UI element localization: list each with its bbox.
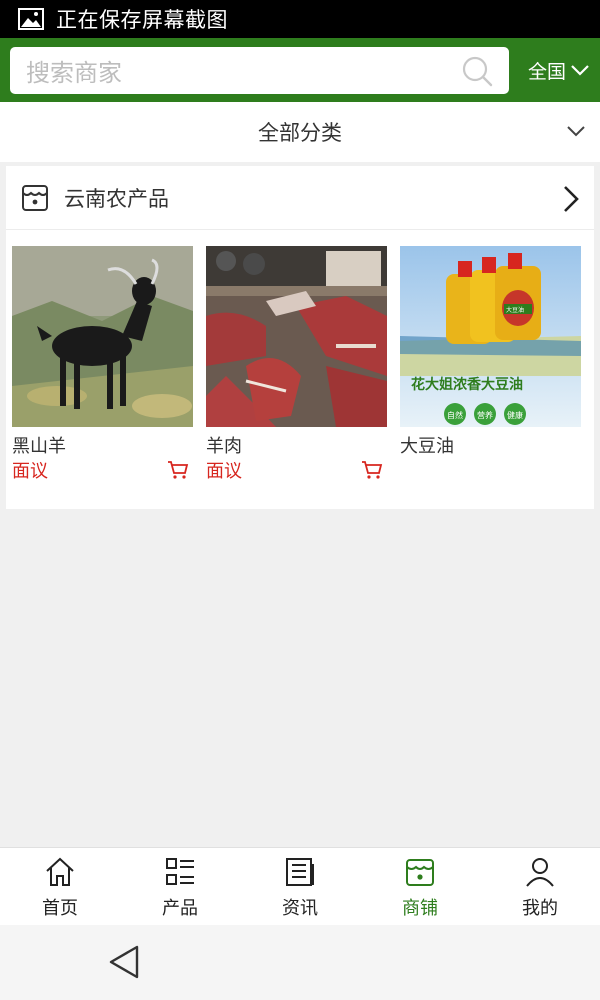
product-name: 羊肉	[206, 436, 242, 457]
search-input[interactable]: 搜索商家	[10, 47, 509, 94]
chevron-down-icon	[571, 65, 589, 76]
product-image[interactable]	[12, 246, 193, 427]
product-price: 面议	[12, 461, 48, 482]
shop-header[interactable]: 云南农产品	[6, 166, 594, 230]
product-item[interactable]: 羊肉 面议	[206, 246, 387, 485]
product-item[interactable]: 花大姐浓香大豆油 自然 营养 健康 大豆油 大豆油	[400, 246, 581, 485]
nav-label: 产品	[162, 898, 198, 919]
status-text: 正在保存屏幕截图	[56, 8, 228, 32]
shop-name: 云南农产品	[64, 186, 169, 211]
region-selector[interactable]: 全国	[518, 38, 600, 102]
user-icon	[526, 858, 554, 887]
product-item[interactable]: 黑山羊 面议	[12, 246, 193, 485]
search-placeholder: 搜索商家	[26, 59, 122, 87]
oil-badge: 营养	[477, 410, 493, 420]
product-list: 黑山羊 面议 羊肉 面议 花大姐浓香大豆油 自然 营养 健康 大豆油 大豆油	[6, 246, 594, 485]
nav-label: 首页	[42, 898, 78, 919]
category-label: 全部分类	[258, 121, 342, 145]
nav-item-home[interactable]: 首页	[0, 848, 120, 925]
store-icon	[406, 859, 434, 886]
nav-item-products[interactable]: 产品	[120, 848, 240, 925]
cart-icon[interactable]	[167, 460, 189, 480]
store-icon	[22, 184, 48, 211]
image-icon	[18, 8, 44, 30]
nav-item-stores[interactable]: 商铺	[360, 848, 480, 925]
oil-badge: 健康	[507, 410, 523, 420]
oil-badge: 自然	[447, 410, 463, 420]
region-label: 全国	[527, 60, 566, 83]
home-icon	[46, 857, 74, 886]
product-name: 大豆油	[400, 436, 454, 457]
oil-bottle-label: 大豆油	[506, 306, 524, 314]
nav-label: 商铺	[402, 898, 438, 919]
nav-item-mine[interactable]: 我的	[480, 848, 600, 925]
category-filter[interactable]: 全部分类	[0, 102, 600, 162]
product-image[interactable]: 花大姐浓香大豆油 自然 营养 健康 大豆油	[400, 246, 581, 427]
nav-label: 资讯	[282, 898, 318, 919]
product-name: 黑山羊	[12, 436, 66, 457]
system-nav-bar	[0, 925, 600, 1000]
chevron-down-icon	[567, 126, 585, 137]
news-icon	[286, 858, 314, 886]
status-bar: 正在保存屏幕截图	[0, 0, 600, 38]
back-icon[interactable]	[108, 944, 140, 980]
chevron-right-icon	[564, 186, 579, 212]
nav-item-news[interactable]: 资讯	[240, 848, 360, 925]
oil-headline: 花大姐浓香大豆油	[411, 376, 523, 392]
list-icon	[166, 858, 194, 885]
search-icon[interactable]	[461, 55, 493, 87]
product-image[interactable]	[206, 246, 387, 427]
header: 搜索商家 全国	[0, 38, 600, 102]
nav-label: 我的	[522, 898, 558, 919]
product-price	[400, 459, 581, 485]
product-price: 面议	[206, 461, 242, 482]
shop-card: 云南农产品 黑山羊 面议 羊肉 面议 花大姐浓香大豆油 自然 营养 健康 大豆油…	[6, 166, 594, 509]
bottom-nav: 首页 产品 资讯 商铺 我的	[0, 847, 600, 925]
cart-icon[interactable]	[361, 460, 383, 480]
